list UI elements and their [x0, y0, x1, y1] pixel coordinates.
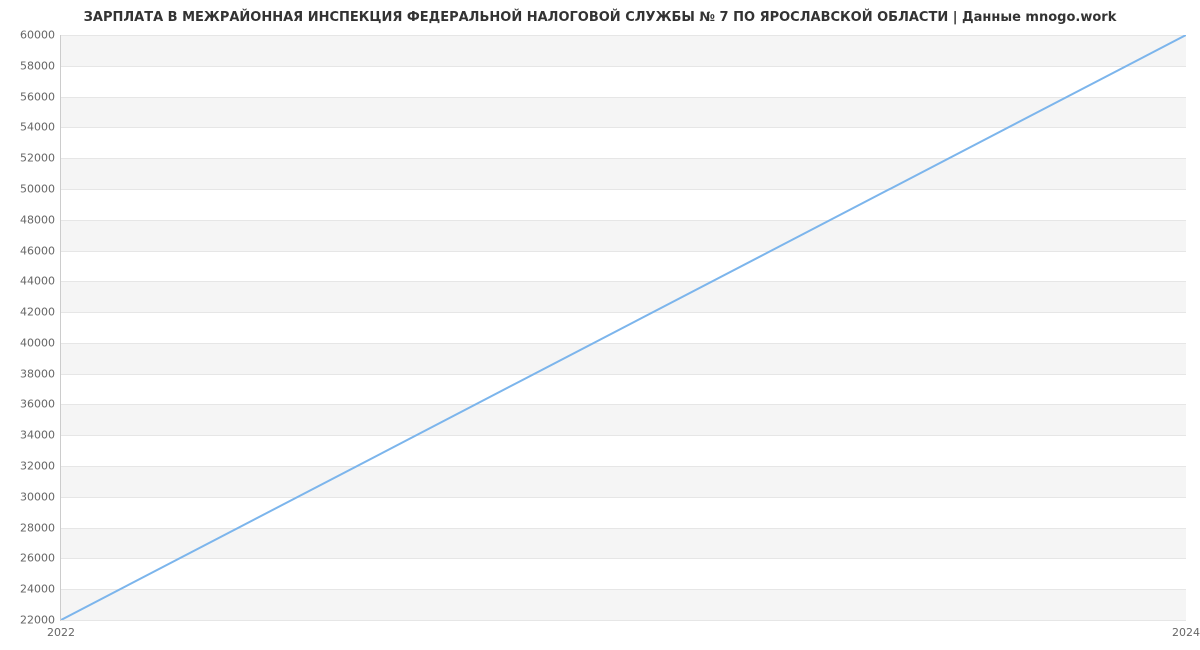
y-tick-label: 22000 — [20, 614, 55, 627]
x-tick-label: 2024 — [1172, 626, 1200, 639]
x-tick-label: 2022 — [47, 626, 75, 639]
y-tick-label: 48000 — [20, 213, 55, 226]
y-tick-label: 56000 — [20, 90, 55, 103]
y-tick-label: 42000 — [20, 306, 55, 319]
y-tick-label: 60000 — [20, 29, 55, 42]
series-line — [61, 35, 1186, 620]
grid-line — [61, 620, 1186, 621]
chart-title: ЗАРПЛАТА В МЕЖРАЙОННАЯ ИНСПЕКЦИЯ ФЕДЕРАЛ… — [0, 10, 1200, 25]
y-tick-label: 52000 — [20, 152, 55, 165]
y-tick-label: 50000 — [20, 182, 55, 195]
y-tick-label: 32000 — [20, 460, 55, 473]
y-tick-label: 46000 — [20, 244, 55, 257]
y-tick-label: 28000 — [20, 521, 55, 534]
y-tick-label: 34000 — [20, 429, 55, 442]
y-tick-label: 30000 — [20, 490, 55, 503]
y-tick-label: 26000 — [20, 552, 55, 565]
y-tick-label: 44000 — [20, 275, 55, 288]
y-tick-label: 38000 — [20, 367, 55, 380]
line-series-layer — [61, 35, 1186, 620]
plot-area: 2200024000260002800030000320003400036000… — [60, 35, 1186, 621]
y-tick-label: 40000 — [20, 336, 55, 349]
y-tick-label: 36000 — [20, 398, 55, 411]
y-tick-label: 24000 — [20, 583, 55, 596]
y-tick-label: 54000 — [20, 121, 55, 134]
chart-container: ЗАРПЛАТА В МЕЖРАЙОННАЯ ИНСПЕКЦИЯ ФЕДЕРАЛ… — [0, 0, 1200, 650]
y-tick-label: 58000 — [20, 59, 55, 72]
